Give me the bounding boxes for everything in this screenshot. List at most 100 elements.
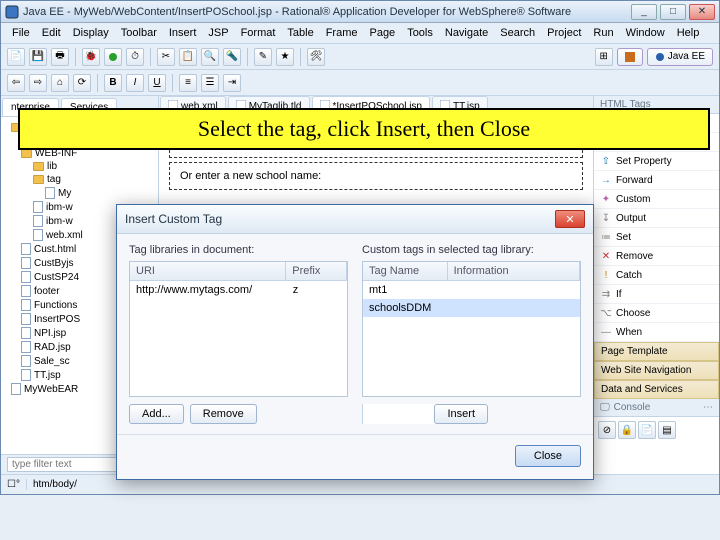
back-button[interactable]: ⇦ [7,74,25,92]
menu-jsp[interactable]: JSP [203,25,233,41]
profile-button[interactable]: ⏱ [126,48,144,66]
console-tab[interactable]: 🖵 Console ⋯ [594,399,719,417]
console-btn-1[interactable]: ⊘ [598,421,616,439]
palette-cat-data-services[interactable]: Data and Services [594,380,719,399]
menu-search[interactable]: Search [495,25,540,41]
indent-icon[interactable]: ⇥ [223,74,241,92]
taglibs-table[interactable]: URI Prefix http://www.mytags.com/ z [129,261,348,397]
outline-icon[interactable]: ☐° [7,479,20,490]
debug-button[interactable]: 🐞 [82,48,100,66]
menu-page[interactable]: Page [364,25,400,41]
menu-help[interactable]: Help [672,25,705,41]
folder-icon [21,149,32,158]
palette-item[interactable]: ↧Output [594,209,719,228]
menu-frame[interactable]: Frame [321,25,363,41]
menu-table[interactable]: Table [282,25,318,41]
toolbar-secondary: ⇦ ⇨ ⌂ ⟳ B I U ≡ ☰ ⇥ [1,70,719,96]
list-icon[interactable]: ☰ [201,74,219,92]
cut-icon[interactable]: ✂ [157,48,175,66]
menu-toolbar[interactable]: Toolbar [116,25,162,41]
file-icon [21,313,31,325]
table-row[interactable]: mt1 [363,281,580,299]
tool-icon[interactable]: 🛠 [307,48,325,66]
menu-file[interactable]: File [7,25,35,41]
tree-item[interactable]: My [3,186,156,200]
console-btn-4[interactable]: ▤ [658,421,676,439]
copy-icon[interactable]: 📋 [179,48,197,66]
underline-icon[interactable]: U [148,74,166,92]
italic-icon[interactable]: I [126,74,144,92]
console-btn-2[interactable]: 🔒 [618,421,636,439]
menu-insert[interactable]: Insert [164,25,202,41]
save-button[interactable]: 💾 [29,48,47,66]
menu-navigate[interactable]: Navigate [440,25,493,41]
palette-item[interactable]: ≔Set [594,228,719,247]
open-type-icon[interactable]: 🔍 [201,48,219,66]
console-btn-3[interactable]: 📄 [638,421,656,439]
file-icon [21,257,31,269]
search-icon[interactable]: 🔦 [223,48,241,66]
home-icon[interactable]: ⌂ [51,74,69,92]
menu-format[interactable]: Format [236,25,281,41]
close-button[interactable]: Close [515,445,581,467]
palette-item[interactable]: ✕Remove [594,247,719,266]
bookmarks-icon[interactable]: ★ [276,48,294,66]
minimize-button[interactable]: _ [631,4,657,20]
add-button[interactable]: Add... [129,404,184,424]
console-icon: 🖵 [600,402,610,413]
palette-item-icon: ≔ [600,231,612,243]
palette-item[interactable]: ⌥Choose [594,304,719,323]
file-icon [33,215,43,227]
file-icon [21,341,31,353]
window-title: Java EE - MyWeb/WebContent/InsertPOSchoo… [23,6,631,18]
panel-controls-icon[interactable]: ⋯ [703,402,713,413]
palette-item-icon: ! [600,269,612,281]
run-button[interactable] [104,48,122,66]
palette-item[interactable]: →Forward [594,171,719,190]
tree-item[interactable]: lib [3,160,156,173]
insert-custom-tag-dialog: Insert Custom Tag ✕ Tag libraries in doc… [116,204,594,480]
palette-item-icon: ⌥ [600,307,612,319]
table-row[interactable]: http://www.mytags.com/ z [130,281,347,299]
close-window-button[interactable]: ✕ [689,4,715,20]
perspective-java-icon[interactable] [617,48,643,66]
bold-icon[interactable]: B [104,74,122,92]
palette-item-icon: ⇉ [600,288,612,300]
refresh-icon[interactable]: ⟳ [73,74,91,92]
forward-button[interactable]: ⇨ [29,74,47,92]
palette-cat-page-template[interactable]: Page Template [594,342,719,361]
insert-button[interactable]: Insert [434,404,488,424]
print-button[interactable]: 🖶 [51,48,69,66]
menu-display[interactable]: Display [68,25,114,41]
customtags-table[interactable]: Tag Name Information mt1 schoolsDDM [362,261,581,397]
palette-item[interactable]: —When [594,323,719,342]
open-perspective-button[interactable]: ⊞ [595,48,613,66]
menu-edit[interactable]: Edit [37,25,66,41]
palette-cat-web-site-nav[interactable]: Web Site Navigation [594,361,719,380]
align-icon[interactable]: ≡ [179,74,197,92]
tree-item[interactable]: tag [3,173,156,186]
palette-item[interactable]: ⇉If [594,285,719,304]
table-row[interactable]: schoolsDDM [363,299,580,317]
dialog-close-x-button[interactable]: ✕ [555,210,585,228]
menu-run[interactable]: Run [588,25,618,41]
menu-project[interactable]: Project [542,25,586,41]
new-button[interactable]: 📄 [7,48,25,66]
file-icon [21,369,31,381]
palette-item-icon: ✕ [600,250,612,262]
file-icon [33,229,43,241]
maximize-button[interactable]: □ [660,4,686,20]
toolbar-main: 📄 💾 🖶 🐞 ⏱ ✂ 📋 🔍 🔦 ✎ ★ 🛠 ⊞ Java EE [1,44,719,70]
window-titlebar: Java EE - MyWeb/WebContent/InsertPOSchoo… [1,1,719,23]
menu-tools[interactable]: Tools [402,25,438,41]
instruction-2: Or enter a new school name: [169,162,583,190]
remove-button[interactable]: Remove [190,404,257,424]
file-icon [21,285,31,297]
palette-item[interactable]: ⇧Set Property [594,152,719,171]
perspective-javaee[interactable]: Java EE [647,48,713,66]
palette-item[interactable]: !Catch [594,266,719,285]
palette-item[interactable]: ✦Custom [594,190,719,209]
annotations-icon[interactable]: ✎ [254,48,272,66]
menu-window[interactable]: Window [621,25,670,41]
breadcrumb: htm/body/ [26,479,77,490]
